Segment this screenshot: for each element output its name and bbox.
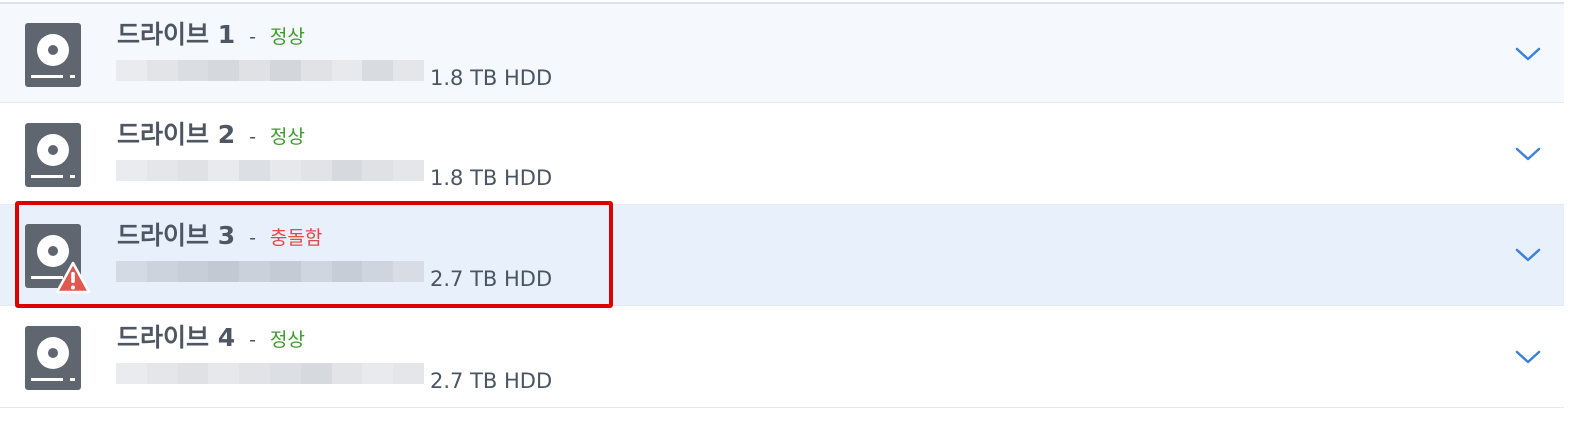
status-label: 정상	[269, 26, 305, 48]
redacted-serial	[116, 60, 424, 81]
drive-list: 드라이브 1 - 정상 1.8 TB HDD 드라이브 2 - 정상 1.8 T…	[0, 0, 1576, 426]
drive-title: 드라이브 3 - 충돌함	[117, 219, 322, 255]
chevron-down-icon[interactable]	[1514, 144, 1542, 164]
redacted-serial	[116, 363, 424, 384]
hard-drive-icon	[25, 123, 81, 187]
drive-title: 드라이브 2 - 정상	[117, 118, 305, 154]
redacted-serial	[116, 160, 424, 181]
warning-icon	[55, 260, 91, 296]
drive-title: 드라이브 1 - 정상	[117, 18, 305, 54]
drive-row-3[interactable]: 드라이브 3 - 충돌함 2.7 TB HDD	[0, 205, 1564, 306]
chevron-down-icon[interactable]	[1514, 347, 1542, 367]
chevron-down-icon[interactable]	[1514, 44, 1542, 64]
redacted-serial	[116, 261, 424, 282]
drive-name: 드라이브 2	[117, 120, 236, 149]
separator: -	[249, 329, 256, 351]
hard-drive-icon	[25, 326, 81, 390]
drive-capacity: 2.7 TB HDD	[430, 267, 553, 291]
status-label: 정상	[269, 126, 305, 148]
drive-row-4[interactable]: 드라이브 4 - 정상 2.7 TB HDD	[0, 307, 1564, 408]
drive-capacity: 1.8 TB HDD	[430, 166, 553, 190]
hard-drive-icon	[25, 23, 81, 87]
separator: -	[249, 26, 256, 48]
drive-row-2[interactable]: 드라이브 2 - 정상 1.8 TB HDD	[0, 104, 1564, 205]
chevron-down-icon[interactable]	[1514, 245, 1542, 265]
drive-capacity: 1.8 TB HDD	[430, 66, 553, 90]
status-label: 정상	[269, 329, 305, 351]
separator: -	[249, 126, 256, 148]
drive-name: 드라이브 3	[117, 221, 236, 250]
drive-title: 드라이브 4 - 정상	[117, 321, 305, 357]
status-label: 충돌함	[269, 227, 323, 249]
drive-row-1[interactable]: 드라이브 1 - 정상 1.8 TB HDD	[0, 2, 1564, 103]
separator: -	[249, 227, 256, 249]
drive-name: 드라이브 1	[117, 20, 236, 49]
drive-name: 드라이브 4	[117, 323, 236, 352]
drive-capacity: 2.7 TB HDD	[430, 369, 553, 393]
